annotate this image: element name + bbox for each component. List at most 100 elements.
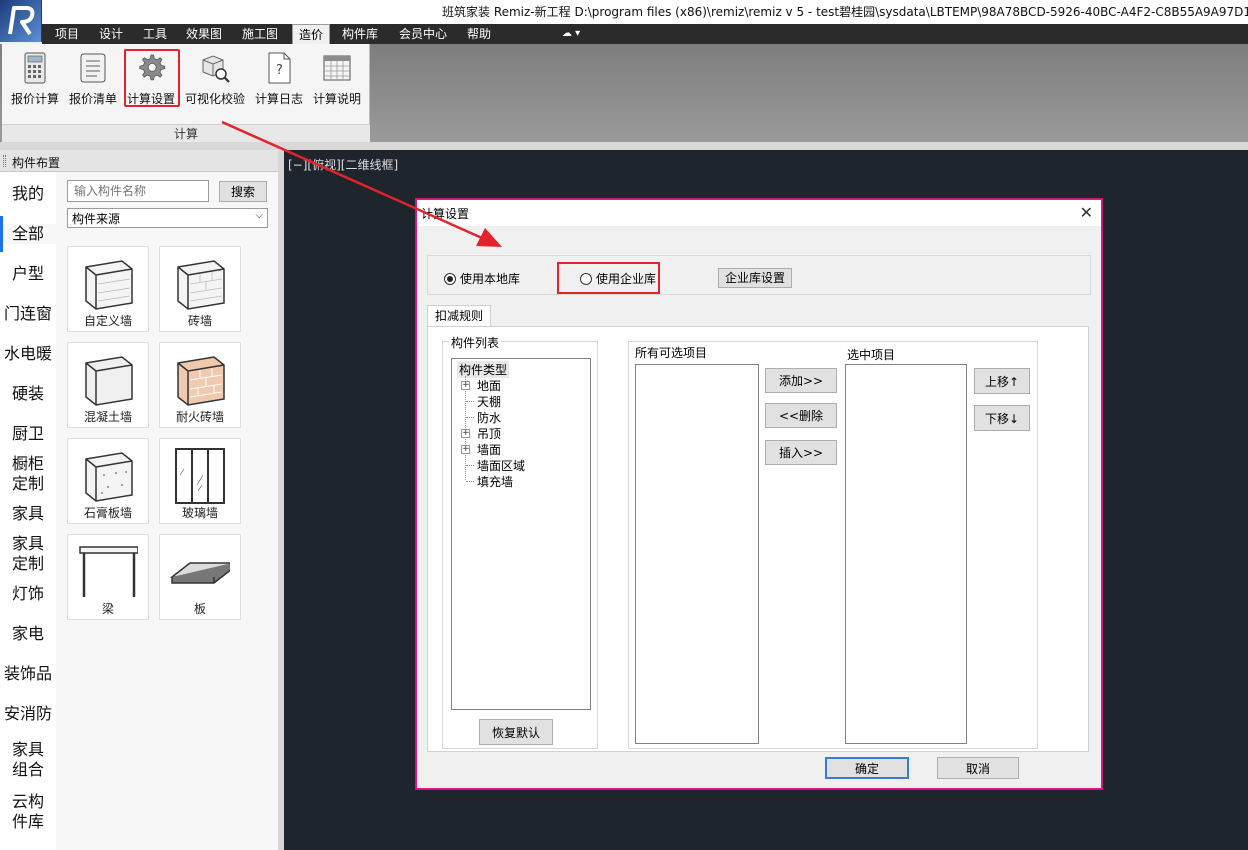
category-tab-custom-cabinet[interactable]: 橱柜 定制 [0,454,56,494]
calc-settings-highlight-box [124,49,180,107]
tree-node-ceiling[interactable]: 天棚 [477,393,501,410]
category-tab-furniture[interactable]: 家具 [0,504,56,524]
tree-expand-icon[interactable]: + [461,429,470,438]
ribbon-group-calc: 报价计算 报价清单 计算设置 可视化校验 ? 计算日志 计算说明 计算 [2,44,370,142]
insert-button[interactable]: 插入>> [765,440,837,465]
component-list-label: 构件列表 [449,334,502,351]
cloud-dropdown-icon[interactable]: ☁ ▾ [562,28,580,39]
component-card-gypsum-wall[interactable]: 石膏板墙 [67,438,149,524]
window-title: 班筑家装 Remiz-新工程 D:\program files (x86)\re… [442,5,1248,19]
menu-item-construction-drawing[interactable]: 施工图 [238,24,282,44]
tree-node-wall-surface[interactable]: 墙面 [477,441,501,458]
component-card-concrete-wall[interactable]: 混凝土墙 [67,342,149,428]
menu-item-help[interactable]: 帮助 [462,24,496,44]
glass-wall-icon [175,448,225,504]
tab-content: 构件列表 构件类型 + 地面 天棚 防水 + 吊顶 + 墙面 墙面区域 填充墙 [427,326,1089,752]
tree-connector [466,417,474,418]
category-tab-all[interactable]: 全部 [0,216,56,252]
selected-items-label: 选中项目 [847,348,896,362]
ok-button[interactable]: 确定 [825,757,909,779]
component-card-glass-wall[interactable]: 玻璃墙 [159,438,241,524]
panel-title: 构件布置 [12,156,61,170]
app-logo-icon[interactable] [0,0,42,42]
radio-local-library[interactable]: 使用本地库 [444,270,520,287]
remove-button[interactable]: <<删除 [765,403,837,428]
component-card-custom-wall[interactable]: 自定义墙 [67,246,149,332]
add-button[interactable]: 添加>> [765,368,837,393]
menu-item-project[interactable]: 项目 [50,24,84,44]
restore-default-button[interactable]: 恢复默认 [479,719,553,745]
available-items-list[interactable] [635,364,759,744]
drag-grip-icon[interactable] [3,155,6,167]
tree-node-infill-wall[interactable]: 填充墙 [477,473,513,490]
ribbon-separator [0,142,1248,150]
tree-expand-icon[interactable]: + [461,445,470,454]
tree-node-suspended-ceiling[interactable]: 吊顶 [477,425,501,442]
component-tree[interactable]: 构件类型 + 地面 天棚 防水 + 吊顶 + 墙面 墙面区域 填充墙 [451,358,591,710]
component-label: 玻璃墙 [181,506,218,520]
category-tab-security-fire[interactable]: 安消防 [0,704,56,724]
category-tab-mine[interactable]: 我的 [0,184,56,204]
component-label: 板 [193,602,206,616]
tree-expand-icon[interactable]: + [461,381,470,390]
category-tab-lighting[interactable]: 灯饰 [0,584,56,604]
calc-log-label: 计算日志 [254,92,303,106]
component-label: 自定义墙 [83,314,132,328]
calculator-icon [24,52,46,84]
items-group: 所有可选项目 添加>> <<删除 插入>> 选中项目 上移↑ 下移↓ [628,341,1038,749]
category-tab-hard-finish[interactable]: 硬装 [0,384,56,404]
component-card-slab[interactable]: 板 [159,534,241,620]
magnifier-cube-icon [202,55,230,83]
category-tab-decor[interactable]: 装饰品 [0,664,56,684]
viewport-label[interactable]: [−][俯视][二维线框] [288,156,398,173]
tree-node-wall-region[interactable]: 墙面区域 [477,457,525,474]
slab-icon [170,562,230,584]
library-source-bar: 使用本地库 使用企业库 企业库设置 [427,255,1091,295]
category-tab-door-window[interactable]: 门连窗 [0,304,56,324]
firebrick-wall-icon [177,356,225,406]
component-source-select[interactable]: 构件来源 ⌵ [67,208,268,228]
menu-item-member-center[interactable]: 会员中心 [394,24,452,44]
quote-calc-button[interactable]: 报价计算 [6,48,64,122]
panel-header: 构件布置 [0,150,278,172]
concrete-wall-icon [85,356,133,406]
calc-notes-button[interactable]: 计算说明 [308,48,366,122]
menu-item-design[interactable]: 设计 [94,24,128,44]
component-card-brick-wall[interactable]: 砖墙 [159,246,241,332]
component-card-firebrick-wall[interactable]: 耐火砖墙 [159,342,241,428]
menu-item-cost[interactable]: 造价 [292,24,330,44]
category-tab-cloud-library[interactable]: 云构 件库 [0,792,56,832]
calc-log-button[interactable]: ? 计算日志 [250,48,308,122]
move-up-button[interactable]: 上移↑ [974,368,1030,394]
category-tab-appliances[interactable]: 家电 [0,624,56,644]
ribbon: 报价计算 报价清单 计算设置 可视化校验 ? 计算日志 计算说明 计算 [0,44,1248,142]
selected-items-list[interactable] [845,364,967,744]
category-tab-mep[interactable]: 水电暖 [0,344,56,364]
component-search-input[interactable] [67,180,209,202]
category-tab-furniture-set[interactable]: 家具 组合 [0,740,56,780]
component-card-beam[interactable]: 梁 [67,534,149,620]
enterprise-radio-highlight-box [557,262,660,294]
tree-node-waterproof[interactable]: 防水 [477,409,501,426]
category-tab-floorplan[interactable]: 户型 [0,264,56,284]
category-tab-custom-furniture[interactable]: 家具 定制 [0,534,56,574]
menu-item-render[interactable]: 效果图 [182,24,226,44]
menu-item-component-library[interactable]: 构件库 [338,24,382,44]
search-button[interactable]: 搜索 [219,181,267,202]
question-document-icon: ? [268,52,291,84]
tab-deduction-rules[interactable]: 扣减规则 [427,305,491,327]
menu-item-tools[interactable]: 工具 [138,24,172,44]
tree-connector [466,481,474,482]
move-down-button[interactable]: 下移↓ [974,405,1030,431]
visual-check-button[interactable]: 可视化校验 [182,48,248,122]
cancel-button[interactable]: 取消 [937,757,1019,779]
component-panel: 构件布置 我的 全部 户型 门连窗 水电暖 硬装 厨卫 橱柜 定制 家具 家具 … [0,150,284,850]
enterprise-settings-button[interactable]: 企业库设置 [718,268,792,288]
quote-list-button[interactable]: 报价清单 [64,48,122,122]
available-items-label: 所有可选项目 [635,346,708,360]
component-label: 梁 [101,602,114,616]
category-tab-kitchen-bath[interactable]: 厨卫 [0,424,56,444]
tree-node-floor[interactable]: 地面 [477,377,501,394]
visual-check-label: 可视化校验 [184,92,245,106]
close-icon[interactable]: ✕ [1080,203,1093,222]
